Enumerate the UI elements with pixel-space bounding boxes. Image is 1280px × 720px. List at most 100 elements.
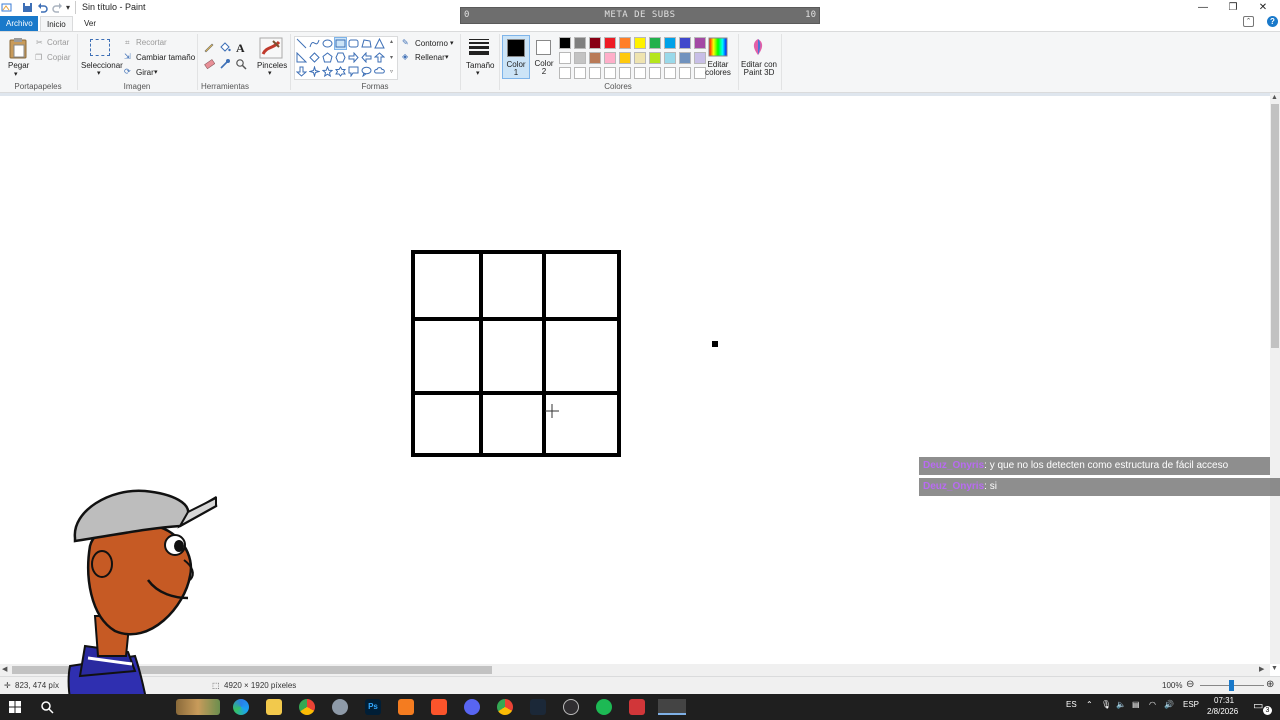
brushes-dropdown-icon[interactable]: ▾: [268, 69, 272, 77]
palette-color-swatch[interactable]: [574, 37, 586, 49]
maximize-button[interactable]: ❐: [1218, 0, 1248, 16]
save-icon[interactable]: [22, 2, 33, 13]
palette-color-swatch[interactable]: [559, 52, 571, 64]
outline-button[interactable]: Contorno: [415, 39, 448, 48]
palette-color-swatch[interactable]: [604, 67, 616, 79]
microphone-icon[interactable]: 🎙: [1101, 700, 1111, 709]
quick-access-dropdown-icon[interactable]: ▾: [66, 3, 70, 12]
redo-icon[interactable]: [52, 2, 63, 13]
palette-color-swatch[interactable]: [604, 37, 616, 49]
oval-callout-icon[interactable]: [361, 66, 372, 77]
paste-button[interactable]: Pegar: [8, 61, 29, 70]
palette-color-swatch[interactable]: [589, 37, 601, 49]
photoshop-icon[interactable]: Ps: [365, 699, 381, 715]
tab-home[interactable]: Inicio: [40, 16, 73, 31]
scroll-left-icon[interactable]: ◀: [2, 665, 7, 673]
palette-color-swatch[interactable]: [634, 52, 646, 64]
fill-bucket-icon[interactable]: [219, 41, 231, 53]
triangle-shape-icon[interactable]: [374, 38, 385, 49]
paint-taskbar-icon[interactable]: [658, 699, 686, 715]
cloud-callout-icon[interactable]: [374, 66, 385, 77]
fill-dropdown-icon[interactable]: ▾: [445, 53, 449, 61]
palette-color-swatch[interactable]: [649, 67, 661, 79]
brushes-button[interactable]: Pinceles: [257, 61, 287, 70]
tab-file[interactable]: Archivo: [0, 16, 38, 31]
undo-icon[interactable]: [37, 2, 48, 13]
palette-color-swatch[interactable]: [694, 37, 706, 49]
palette-color-swatch[interactable]: [574, 67, 586, 79]
fl-studio-icon[interactable]: [398, 699, 414, 715]
chrome-profile-icon[interactable]: [497, 699, 513, 715]
copy-button[interactable]: Copiar: [47, 53, 71, 62]
size-icon[interactable]: [468, 38, 490, 56]
search-icon[interactable]: [40, 700, 54, 714]
wifi-icon[interactable]: ◠: [1149, 700, 1156, 709]
up-arrow-shape-icon[interactable]: [374, 52, 385, 63]
discord-icon[interactable]: [464, 699, 480, 715]
outline-dropdown-icon[interactable]: ▾: [450, 39, 454, 47]
app-icon[interactable]: [629, 699, 645, 715]
size-button[interactable]: Tamaño: [466, 61, 494, 70]
zoom-in-icon[interactable]: ⊕: [1266, 679, 1274, 690]
cut-button[interactable]: Cortar: [47, 38, 69, 47]
line-shape-icon[interactable]: [296, 38, 307, 49]
paste-icon[interactable]: [8, 37, 28, 59]
palette-color-swatch[interactable]: [649, 52, 661, 64]
crop-button[interactable]: Recortar: [136, 38, 167, 47]
palette-color-swatch[interactable]: [574, 52, 586, 64]
right-arrow-shape-icon[interactable]: [348, 52, 359, 63]
curve-shape-icon[interactable]: [309, 38, 320, 49]
paste-dropdown-icon[interactable]: ▾: [14, 70, 18, 78]
palette-color-swatch[interactable]: [619, 67, 631, 79]
palette-color-swatch[interactable]: [589, 67, 601, 79]
palette-color-swatch[interactable]: [664, 37, 676, 49]
speaker-icon[interactable]: 🔈: [1116, 700, 1126, 709]
palette-color-swatch[interactable]: [619, 37, 631, 49]
edit-colors-button[interactable]: Editar colores: [700, 61, 736, 77]
search-highlight-image[interactable]: [176, 699, 220, 715]
shapes-expand-icon[interactable]: ▿: [390, 68, 393, 75]
close-button[interactable]: ✕: [1248, 0, 1278, 16]
palette-color-swatch[interactable]: [664, 67, 676, 79]
scroll-up-icon[interactable]: ▲: [1271, 94, 1278, 101]
file-explorer-icon[interactable]: [266, 699, 282, 715]
palette-color-swatch[interactable]: [589, 52, 601, 64]
select-dropdown-icon[interactable]: ▾: [97, 69, 101, 77]
rotate-button[interactable]: Girar: [136, 68, 154, 77]
rect-callout-icon[interactable]: [348, 66, 359, 77]
fill-button[interactable]: Rellenar: [415, 53, 445, 62]
help-icon[interactable]: ?: [1267, 16, 1278, 27]
tray-language-short[interactable]: ES: [1066, 700, 1077, 709]
eraser-icon[interactable]: [203, 58, 215, 70]
palette-color-swatch[interactable]: [619, 52, 631, 64]
color-picker-icon[interactable]: [219, 58, 231, 70]
chrome-icon[interactable]: [299, 699, 315, 715]
down-arrow-shape-icon[interactable]: [296, 66, 307, 77]
five-point-star-icon[interactable]: [322, 66, 333, 77]
palette-color-swatch[interactable]: [559, 67, 571, 79]
pencil-icon[interactable]: [203, 41, 215, 53]
oval-shape-icon[interactable]: [322, 38, 333, 49]
clock-date[interactable]: 2/8/2026: [1207, 707, 1238, 716]
app-icon[interactable]: [332, 699, 348, 715]
hexagon-shape-icon[interactable]: [335, 52, 346, 63]
tray-expand-icon[interactable]: ⌃: [1086, 700, 1093, 709]
zoom-out-icon[interactable]: ⊖: [1186, 679, 1194, 690]
collapse-ribbon-icon[interactable]: ⌃: [1243, 16, 1254, 27]
select-button[interactable]: Seleccionar: [81, 61, 123, 70]
clock-time[interactable]: 07:31: [1214, 696, 1234, 705]
palette-color-swatch[interactable]: [664, 52, 676, 64]
brushes-icon[interactable]: [259, 37, 283, 59]
palette-color-swatch[interactable]: [559, 37, 571, 49]
windows-start-icon[interactable]: [9, 701, 21, 713]
shapes-scroll-down-icon[interactable]: ▾: [390, 54, 393, 61]
rectangle-shape-icon[interactable]: [334, 37, 347, 50]
network-icon[interactable]: ▤: [1132, 700, 1140, 709]
left-arrow-shape-icon[interactable]: [361, 52, 372, 63]
edit-paint3d-button[interactable]: Editar con Paint 3D: [738, 61, 780, 77]
steam-icon[interactable]: [530, 699, 546, 715]
volume-icon[interactable]: 🔊: [1164, 700, 1174, 709]
edit-colors-icon[interactable]: [708, 37, 728, 57]
palette-color-swatch[interactable]: [634, 67, 646, 79]
brave-browser-icon[interactable]: [431, 699, 447, 715]
